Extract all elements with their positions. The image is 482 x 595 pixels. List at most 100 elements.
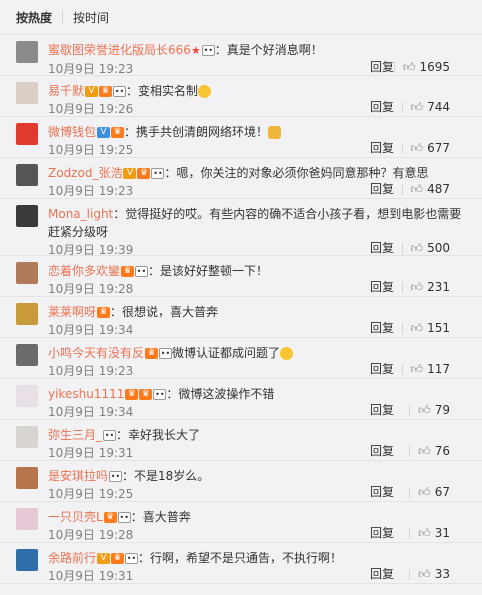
avatar[interactable] — [16, 344, 38, 366]
comment-text: ：变相实名制 — [126, 84, 199, 98]
comment-username[interactable]: 恋着你多欢鑾 — [48, 264, 120, 278]
comment-text: ：喜大普奔 — [130, 510, 191, 524]
like-button[interactable]: 👍︎ 117 — [394, 360, 450, 378]
panda-badge-icon: •• — [117, 512, 131, 523]
comment-item: 易千默 V ♛ •• ：变相实名制 10月9日 19:26 回复 👍︎ 744 — [0, 76, 482, 117]
avatar[interactable] — [16, 205, 38, 227]
like-button[interactable]: 👍︎ 500 — [394, 239, 450, 257]
like-button[interactable]: 👍︎ 31 — [401, 524, 450, 542]
avatar[interactable] — [16, 508, 38, 530]
like-count: 500 — [427, 241, 450, 255]
comment-time: 10月9日 19:34 — [48, 323, 134, 337]
comment-item: 小鸣今天有没有反 ♛ •• 微博认证都成问题了 10月9日 19:23 回复 👍︎ 117 — [0, 338, 482, 379]
reply-button[interactable]: 回复 — [370, 401, 394, 419]
comment-text: ：是该好好整顿一下！ — [148, 264, 269, 278]
action-divider — [409, 569, 411, 580]
panda-badge-icon: •• — [151, 168, 165, 179]
avatar[interactable] — [16, 82, 38, 104]
verified-v-icon: V — [97, 553, 111, 564]
comment-username[interactable]: Zodzod_张浩 — [48, 166, 122, 180]
comment-username[interactable]: 一只贝壳L — [48, 510, 103, 524]
comment-item: Zodzod_张浩 V ♛ •• ：嗯，你关注的对象必须你爸妈同意那种？有意思 10月9日… — [0, 158, 482, 199]
like-button[interactable]: 👍︎ 76 — [401, 442, 450, 460]
reply-button[interactable]: 回复 — [370, 360, 394, 378]
avatar[interactable] — [16, 549, 38, 571]
reply-button[interactable]: 回复 — [370, 524, 394, 542]
like-count: 1695 — [419, 60, 450, 74]
comment-text: ：携手共创清朗网络环境！ — [124, 125, 269, 139]
reply-button[interactable]: 回复 — [370, 319, 394, 337]
like-button[interactable]: 👍︎ 487 — [394, 180, 450, 198]
comment-username[interactable]: 莱莱啊呀 — [48, 305, 96, 319]
reply-button[interactable]: 回复 — [370, 565, 394, 583]
avatar[interactable] — [16, 123, 38, 145]
comment-item: 恋着你多欢鑾 ♛ •• ：是该好好整顿一下！ 10月9日 19:28 回复 👍︎ 231 — [0, 256, 482, 297]
avatar[interactable] — [16, 262, 38, 284]
avatar[interactable] — [16, 303, 38, 325]
avatar[interactable] — [16, 426, 38, 448]
comment-item: 莱莱啊呀 ♛ ：很想说，喜大普奔 10月9日 19:34 回复 👍︎ 151 — [0, 297, 482, 338]
member-crown-icon: ♛ — [97, 307, 111, 318]
reply-button[interactable]: 回复 — [370, 139, 394, 157]
thumbs-up-icon: 👍︎ — [402, 60, 416, 74]
comment-username[interactable]: 易千默 — [48, 84, 84, 98]
comment-text: ：真是个好消息啊！ — [214, 43, 323, 57]
reply-button[interactable]: 回复 — [370, 442, 394, 460]
reply-button[interactable]: 回复 — [370, 180, 394, 198]
avatar[interactable] — [16, 467, 38, 489]
comment-time: 10月9日 19:34 — [48, 405, 134, 419]
thumbs-up-icon: 👍︎ — [418, 403, 431, 417]
avatar[interactable] — [16, 385, 38, 407]
comment-username[interactable]: yikeshu1111 — [48, 387, 124, 401]
reply-button[interactable]: 回复 — [370, 98, 394, 116]
avatar[interactable] — [16, 164, 38, 186]
comment-list: 蜜歇图荣誉进化版局长666★ •• ：真是个好消息啊！ 10月9日 19:23 回复 👍︎… — [0, 35, 482, 584]
thumbs-up-icon: 👍︎ — [410, 280, 424, 294]
comment-time: 10月9日 19:28 — [48, 528, 134, 542]
member-crown-icon: ♛ — [103, 512, 117, 523]
reply-button[interactable]: 回复 — [370, 239, 394, 257]
panda-badge-icon: •• — [159, 348, 173, 359]
comment-username[interactable]: 小鸣今天有没有反 — [48, 346, 144, 360]
sort-by-time-tab[interactable]: 按时间 — [73, 9, 109, 26]
panda-badge-icon: •• — [113, 86, 127, 97]
comment-username[interactable]: 弥生三月_ — [48, 428, 102, 442]
action-divider — [401, 323, 403, 334]
like-button[interactable]: 👍︎ 744 — [394, 98, 450, 116]
comment-item: 弥生三月_ •• ：幸好我长大了 10月9日 19:31 回复 👍︎ 76 — [0, 420, 482, 461]
comment-username[interactable]: 余路前行 — [48, 551, 96, 565]
reply-button[interactable]: 回复 — [370, 278, 394, 296]
like-button[interactable]: 👍︎ 677 — [394, 139, 450, 157]
like-button[interactable]: 👍︎ 33 — [401, 565, 450, 583]
sort-divider — [62, 11, 64, 23]
comment-username[interactable]: 微博钱包 — [48, 125, 96, 139]
thumbs-up-icon: 👍︎ — [418, 567, 431, 581]
comment-time: 10月9日 19:23 — [48, 364, 134, 378]
like-button[interactable]: 👍︎ 1695 — [386, 58, 450, 76]
comment-text: ：很想说，喜大普奔 — [110, 305, 219, 319]
member-crown-icon: ♛ — [111, 127, 125, 138]
comment-time: 10月9日 19:25 — [48, 143, 134, 157]
like-button[interactable]: 👍︎ 67 — [401, 483, 450, 501]
sort-by-hot-tab[interactable]: 按热度 — [16, 9, 52, 26]
comment-item: 微博钱包 V ♛ ：携手共创清朗网络环境！ 10月9日 19:25 回复 👍︎ 677 — [0, 117, 482, 158]
panda-badge-icon: •• — [103, 430, 117, 441]
comment-text: ：行啊，希望不是只通告，不执行啊！ — [138, 551, 343, 565]
reply-button[interactable]: 回复 — [370, 483, 394, 501]
like-button[interactable]: 👍︎ 231 — [394, 278, 450, 296]
comment-username[interactable]: Mona_light — [48, 207, 113, 221]
comment-username[interactable]: 是安琪拉吗 — [48, 469, 108, 483]
like-count: 31 — [434, 526, 450, 540]
comment-item: 余路前行 V ♛ •• ：行啊，希望不是只通告，不执行啊！ 10月9日 19:31 回复 👍︎… — [0, 543, 482, 584]
verified-v-icon: V — [85, 86, 99, 97]
comment-time: 10月9日 19:23 — [48, 62, 134, 76]
like-count: 117 — [427, 362, 450, 376]
like-button[interactable]: 👍︎ 79 — [401, 401, 450, 419]
member-crown-icon: ♛ — [125, 389, 139, 400]
like-button[interactable]: 👍︎ 151 — [394, 319, 450, 337]
thumbs-up-icon: 👍︎ — [418, 526, 431, 540]
panda-badge-icon: •• — [201, 45, 215, 56]
avatar[interactable] — [16, 41, 38, 63]
thumbs-up-icon: 👍︎ — [410, 141, 424, 155]
comment-username[interactable]: 蜜歇图荣誉进化版局长666 — [48, 43, 191, 57]
